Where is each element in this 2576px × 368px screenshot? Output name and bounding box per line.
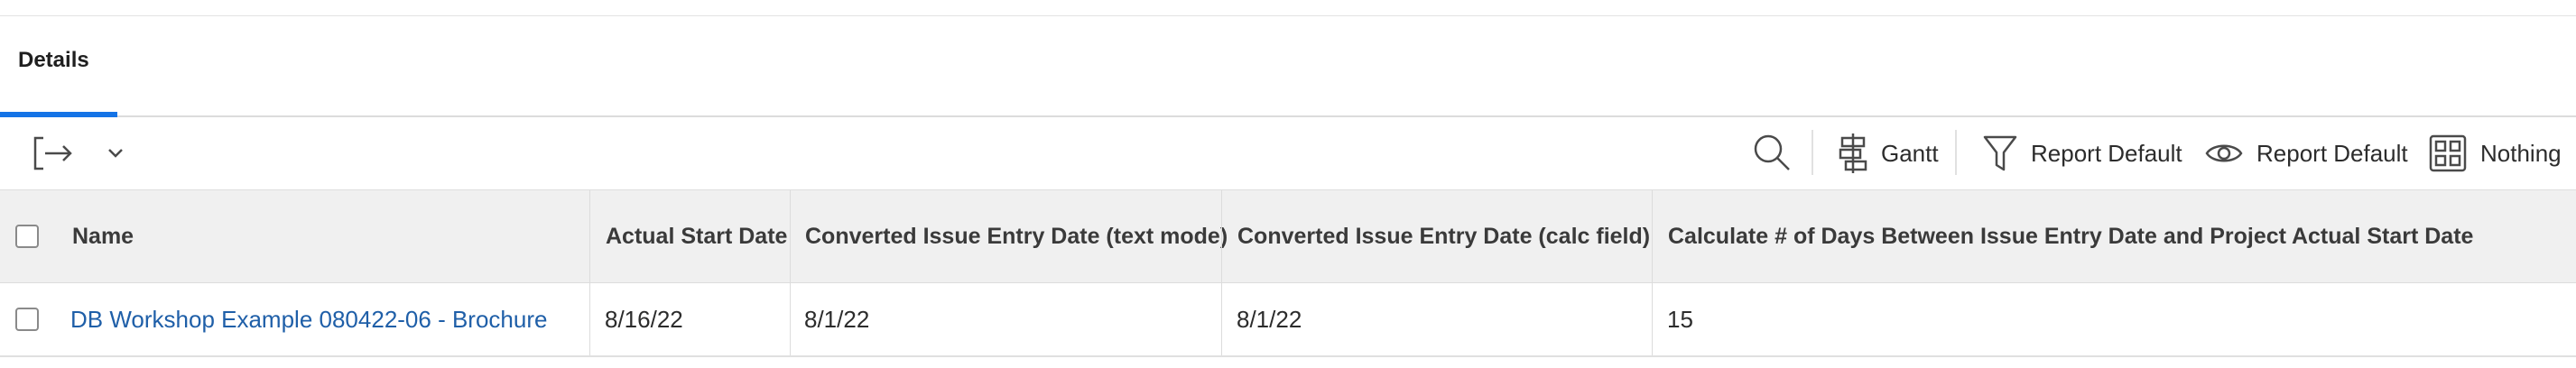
column-header-label: Name — [72, 223, 134, 249]
column-header-name[interactable]: Name — [72, 190, 587, 282]
row-select-cell — [0, 283, 54, 355]
tab-bar: Details — [0, 16, 2576, 117]
gantt-icon — [1839, 133, 1867, 173]
column-divider — [790, 283, 791, 355]
export-arrow-icon — [33, 136, 72, 170]
search-icon — [1754, 134, 1790, 170]
view-label: Report Default — [2256, 139, 2408, 167]
grid-icon — [2429, 134, 2467, 172]
column-header-label: Calculate # of Days Between Issue Entry … — [1668, 223, 2474, 249]
grouping-button[interactable]: Nothing — [2428, 133, 2562, 173]
chevron-down-icon — [108, 149, 123, 158]
header-select-cell — [0, 190, 54, 282]
search-button[interactable] — [1751, 132, 1793, 173]
toolbar: Gantt Report Default Report Default Noth… — [0, 117, 2576, 189]
filter-icon — [1983, 135, 2017, 171]
tab-details[interactable]: Details — [0, 16, 117, 117]
toolbar-separator — [1955, 130, 1957, 175]
grouping-label: Nothing — [2480, 139, 2562, 167]
column-divider — [790, 190, 791, 282]
column-divider — [589, 283, 590, 355]
column-header-days-between[interactable]: Calculate # of Days Between Issue Entry … — [1668, 190, 2571, 282]
cell-converted-text-mode: 8/1/22 — [804, 283, 1219, 355]
column-divider — [589, 190, 590, 282]
table-row: DB Workshop Example 080422-06 - Brochure… — [0, 283, 2576, 357]
view-button[interactable]: Report Default — [2204, 133, 2408, 173]
cell-value: 8/1/22 — [1237, 305, 1302, 333]
cell-days-between: 15 — [1667, 283, 2570, 355]
gantt-button[interactable]: Gantt — [1838, 132, 1939, 175]
filter-button[interactable]: Report Default — [1982, 133, 2182, 173]
cell-name: DB Workshop Example 080422-06 - Brochure — [70, 283, 585, 355]
filter-label: Report Default — [2031, 139, 2182, 167]
select-all-checkbox[interactable] — [15, 225, 39, 248]
cell-actual-start-date: 8/16/22 — [605, 283, 785, 355]
export-button[interactable] — [32, 135, 76, 171]
column-header-label: Converted Issue Entry Date (text mode) — [805, 223, 1228, 249]
cell-value: 15 — [1667, 305, 1693, 333]
gantt-label: Gantt — [1881, 139, 1939, 167]
column-header-label: Converted Issue Entry Date (calc field) — [1237, 223, 1651, 249]
eye-icon — [2205, 144, 2243, 162]
cell-value: 8/1/22 — [804, 305, 870, 333]
column-divider — [1652, 283, 1653, 355]
table-header-row: Name Actual Start Date Converted Issue E… — [0, 189, 2576, 283]
row-checkbox[interactable] — [15, 308, 39, 331]
column-divider — [1652, 190, 1653, 282]
column-header-converted-text-mode[interactable]: Converted Issue Entry Date (text mode) — [805, 190, 1228, 282]
column-header-label: Actual Start Date — [606, 223, 788, 249]
export-dropdown-button[interactable] — [103, 141, 128, 166]
tab-details-label: Details — [18, 48, 89, 72]
toolbar-separator — [1812, 130, 1813, 175]
column-divider — [1221, 190, 1222, 282]
column-divider — [1221, 283, 1222, 355]
cell-converted-calc-field: 8/1/22 — [1237, 283, 1652, 355]
column-header-converted-calc-field[interactable]: Converted Issue Entry Date (calc field) — [1237, 190, 1653, 282]
column-header-actual-start-date[interactable]: Actual Start Date — [606, 190, 788, 282]
cell-value: 8/16/22 — [605, 305, 683, 333]
row-name-link[interactable]: DB Workshop Example 080422-06 - Brochure — [70, 306, 547, 334]
